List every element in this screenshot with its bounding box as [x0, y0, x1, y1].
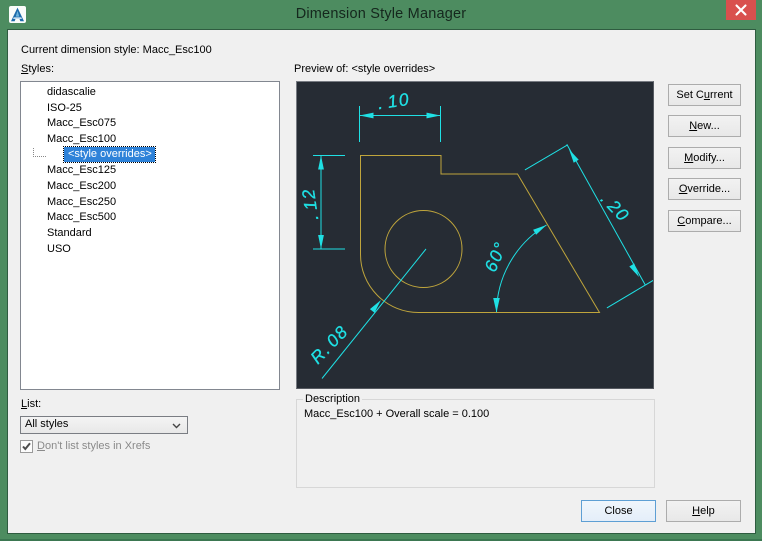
- svg-text:.10: .10: [376, 89, 411, 113]
- svg-text:R.08: R.08: [306, 321, 352, 368]
- svg-text:.12: .12: [298, 187, 322, 222]
